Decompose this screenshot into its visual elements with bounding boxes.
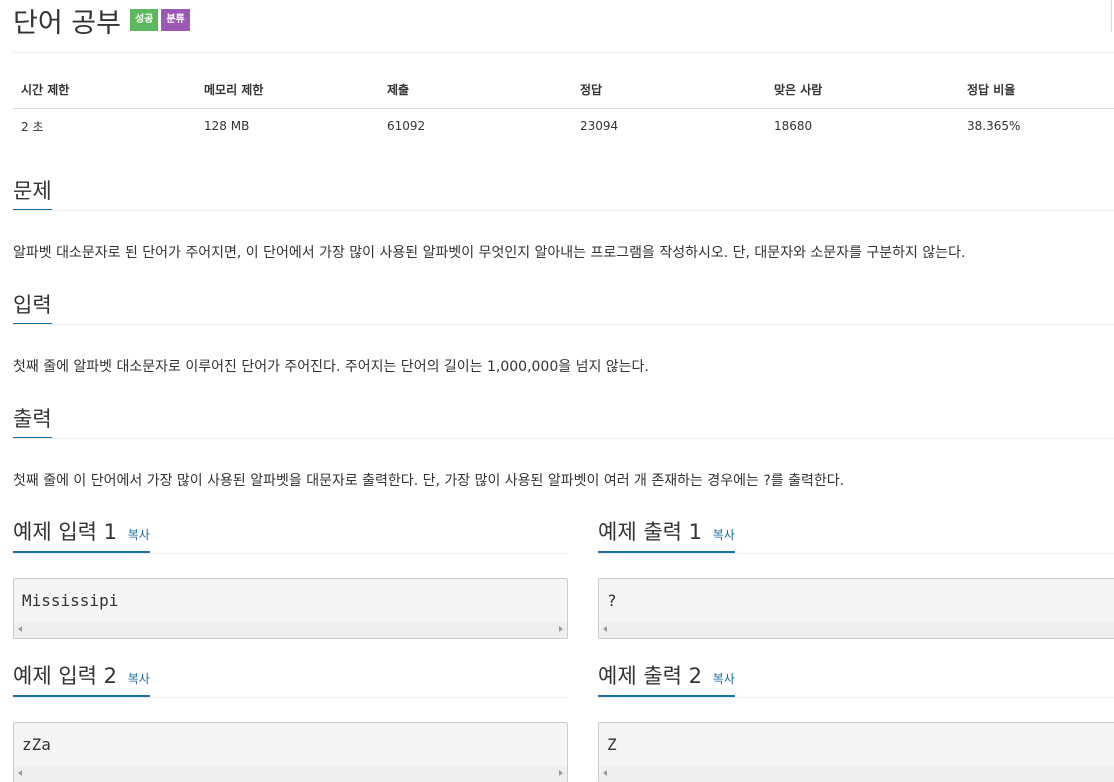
example-input-2-box[interactable]: zZa bbox=[13, 722, 568, 782]
example-input-1-title: 예제 입력 1 복사 bbox=[13, 516, 150, 553]
scroll-left-icon[interactable] bbox=[18, 770, 22, 776]
example-output-1-title: 예제 출력 1 복사 bbox=[598, 516, 735, 553]
horizontal-scrollbar[interactable] bbox=[599, 622, 1114, 638]
output-section: 출력 bbox=[13, 403, 1114, 439]
right-edge-divider bbox=[1111, 0, 1112, 32]
header-accepted: 정답 bbox=[572, 72, 766, 109]
example-input-1-value: Mississipi bbox=[22, 591, 119, 610]
title-divider bbox=[13, 52, 1114, 53]
horizontal-scrollbar[interactable] bbox=[14, 766, 567, 782]
scroll-right-icon[interactable] bbox=[559, 626, 563, 632]
problem-info-table: 시간 제한 메모리 제한 제출 정답 맞은 사람 정답 비율 2 초 128 M… bbox=[13, 72, 1114, 144]
copy-button[interactable]: 복사 bbox=[128, 528, 150, 542]
input-text: 첫째 줄에 알파벳 대소문자로 이루어진 단어가 주어진다. 주어지는 단어의 … bbox=[13, 359, 649, 375]
example-input-2-header: 예제 입력 2 복사 bbox=[13, 660, 568, 698]
example-output-2: 예제 출력 2 복사 bbox=[598, 660, 1114, 698]
section-divider bbox=[598, 553, 1114, 554]
category-badge[interactable]: 분류 bbox=[161, 9, 190, 31]
example-output-1-title-text: 예제 출력 1 bbox=[598, 520, 702, 544]
example-input-1-header: 예제 입력 1 복사 bbox=[13, 516, 568, 554]
example-output-2-title: 예제 출력 2 복사 bbox=[598, 660, 735, 697]
header-solved-users: 맞은 사람 bbox=[766, 72, 959, 109]
copy-button[interactable]: 복사 bbox=[713, 528, 735, 542]
section-divider bbox=[13, 438, 1114, 439]
scroll-right-icon[interactable] bbox=[559, 770, 563, 776]
input-header: 입력 bbox=[13, 289, 1114, 325]
value-time-limit: 2 초 bbox=[21, 119, 44, 134]
output-text: 첫째 줄에 이 단어에서 가장 많이 사용된 알파벳을 대문자로 출력한다. 단… bbox=[13, 473, 845, 489]
input-section: 입력 bbox=[13, 289, 1114, 325]
header-accept-ratio: 정답 비율 bbox=[959, 72, 1114, 109]
title-row: 단어 공부 성공 분류 bbox=[13, 0, 190, 40]
success-badge[interactable]: 성공 bbox=[129, 9, 159, 31]
scroll-left-icon[interactable] bbox=[603, 626, 607, 632]
scroll-left-icon[interactable] bbox=[603, 770, 607, 776]
description-title: 문제 bbox=[13, 175, 52, 211]
example-output-1-box[interactable]: ? bbox=[598, 578, 1114, 639]
example-input-2-value: zZa bbox=[22, 735, 51, 754]
example-input-2-title: 예제 입력 2 복사 bbox=[13, 660, 150, 697]
example-output-2-value: Z bbox=[607, 735, 617, 754]
value-accept-ratio: 38.365% bbox=[967, 119, 1021, 134]
example-input-2-title-text: 예제 입력 2 bbox=[13, 664, 117, 688]
description-text: 알파벳 대소문자로 된 단어가 주어지면, 이 단어에서 가장 많이 사용된 알… bbox=[13, 245, 966, 261]
example-input-1-title-text: 예제 입력 1 bbox=[13, 520, 117, 544]
section-divider bbox=[13, 553, 568, 554]
horizontal-scrollbar[interactable] bbox=[599, 766, 1114, 782]
copy-button[interactable]: 복사 bbox=[713, 672, 735, 686]
value-accepted[interactable]: 23094 bbox=[572, 108, 766, 144]
example-input-1: 예제 입력 1 복사 bbox=[13, 516, 568, 554]
header-time-limit: 시간 제한 bbox=[13, 72, 196, 109]
input-title: 입력 bbox=[13, 289, 52, 325]
example-output-2-box[interactable]: Z bbox=[598, 722, 1114, 782]
output-title: 출력 bbox=[13, 403, 52, 439]
example-output-1-header: 예제 출력 1 복사 bbox=[598, 516, 1114, 554]
example-input-1-box[interactable]: Mississipi bbox=[13, 578, 568, 639]
horizontal-scrollbar[interactable] bbox=[14, 622, 567, 638]
section-divider bbox=[598, 697, 1114, 698]
table-row: 2 초 128 MB 61092 23094 18680 38.365% bbox=[13, 108, 1114, 144]
header-submissions: 제출 bbox=[379, 72, 572, 109]
example-output-1: 예제 출력 1 복사 bbox=[598, 516, 1114, 554]
example-input-2: 예제 입력 2 복사 bbox=[13, 660, 568, 698]
scroll-left-icon[interactable] bbox=[18, 626, 22, 632]
header-memory-limit: 메모리 제한 bbox=[196, 72, 379, 109]
example-output-1-value: ? bbox=[607, 591, 617, 610]
value-submissions[interactable]: 61092 bbox=[379, 108, 572, 144]
copy-button[interactable]: 복사 bbox=[128, 672, 150, 686]
value-memory-limit: 128 MB bbox=[204, 119, 250, 134]
table-header-row: 시간 제한 메모리 제한 제출 정답 맞은 사람 정답 비율 bbox=[13, 72, 1114, 109]
example-output-2-header: 예제 출력 2 복사 bbox=[598, 660, 1114, 698]
value-solved-users[interactable]: 18680 bbox=[766, 108, 959, 144]
description-section: 문제 bbox=[13, 175, 1114, 211]
output-header: 출력 bbox=[13, 403, 1114, 439]
description-header: 문제 bbox=[13, 175, 1114, 211]
section-divider bbox=[13, 697, 568, 698]
section-divider bbox=[13, 324, 1114, 325]
section-divider bbox=[13, 210, 1114, 211]
problem-title: 단어 공부 bbox=[13, 7, 121, 39]
example-output-2-title-text: 예제 출력 2 bbox=[598, 664, 702, 688]
